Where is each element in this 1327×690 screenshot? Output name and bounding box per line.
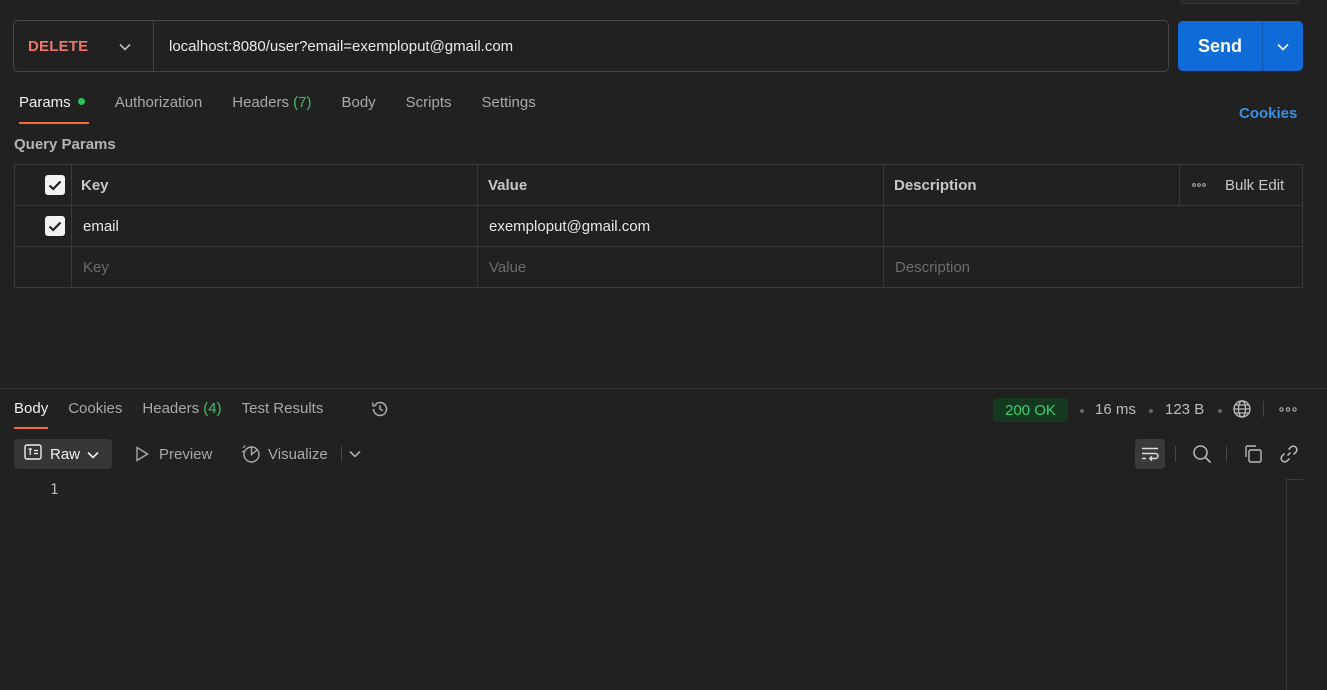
tab-scripts[interactable]: Scripts (406, 94, 452, 124)
top-panel-stub (1180, 0, 1300, 4)
tab-test-results[interactable]: Test Results (242, 400, 324, 430)
separator (1226, 446, 1227, 462)
globe-icon[interactable] (1231, 398, 1253, 420)
response-headers-count: (4) (203, 400, 222, 417)
copy-icon[interactable] (1241, 443, 1265, 465)
chevron-down-icon (1277, 38, 1289, 55)
param-value-cell[interactable]: exemploput@gmail.com (489, 206, 650, 246)
tab-settings[interactable]: Settings (482, 94, 536, 124)
tab-body[interactable]: Body (341, 94, 375, 124)
visualize-button[interactable]: Visualize (268, 446, 328, 463)
column-header-value: Value (488, 176, 528, 194)
request-tabs: Params Authorization Headers (7) Body Sc… (19, 94, 566, 124)
select-all-checkbox[interactable] (45, 165, 65, 205)
panel-divider[interactable] (0, 388, 1327, 389)
chevron-down-icon[interactable] (348, 448, 362, 460)
param-description-cell[interactable] (895, 206, 1295, 246)
separator (1175, 446, 1176, 462)
tab-headers[interactable]: Headers (7) (232, 94, 311, 124)
table-header-row: Key Value Description Bulk Edit (15, 165, 1302, 206)
response-tabs: Body Cookies Headers (4) Test Results (14, 400, 343, 430)
new-description-input[interactable]: Description (895, 247, 970, 288)
raw-label: Raw (50, 445, 81, 463)
send-options-button[interactable] (1262, 21, 1303, 71)
query-params-table: Key Value Description Bulk Edit email ex… (14, 164, 1303, 288)
raw-format-button[interactable]: Raw (14, 439, 112, 469)
method-select[interactable]: DELETE (14, 21, 154, 71)
url-input[interactable]: localhost:8080/user?email=exemploput@gma… (154, 38, 513, 55)
method-label: DELETE (28, 37, 89, 55)
history-icon[interactable] (369, 398, 391, 420)
chevron-down-icon (119, 38, 131, 55)
separator (1263, 401, 1264, 417)
table-row-empty: Key Value Description (15, 247, 1302, 288)
status-badge[interactable]: 200 OK (993, 398, 1068, 422)
more-options-icon[interactable] (1192, 165, 1206, 205)
separator-dot (1080, 409, 1084, 413)
new-value-input[interactable]: Value (489, 247, 526, 288)
tab-headers-label: Headers (232, 94, 289, 111)
tab-params-label: Params (19, 94, 71, 111)
raw-text-icon (24, 444, 42, 464)
wrap-lines-icon[interactable] (1135, 439, 1165, 469)
params-active-dot (77, 97, 85, 105)
new-key-input[interactable]: Key (83, 247, 109, 288)
query-params-title: Query Params (14, 136, 116, 153)
table-row: email exemploput@gmail.com (15, 206, 1302, 247)
column-header-description: Description (894, 176, 977, 194)
response-size[interactable]: 123 B (1165, 401, 1204, 418)
row-checkbox[interactable] (45, 206, 65, 246)
chevron-down-icon (87, 446, 99, 463)
more-options-icon[interactable] (1278, 402, 1298, 416)
preview-button[interactable]: Preview (159, 446, 212, 463)
headers-count: (7) (293, 94, 312, 111)
scrollbar[interactable] (1286, 479, 1287, 690)
param-key-cell[interactable]: email (83, 206, 119, 246)
search-icon[interactable] (1190, 443, 1214, 465)
send-button[interactable]: Send (1178, 21, 1262, 71)
separator-dot (1218, 409, 1222, 413)
line-number: 1 (50, 482, 59, 498)
send-button-group: Send (1178, 21, 1303, 71)
response-time[interactable]: 16 ms (1095, 401, 1136, 418)
tab-response-headers[interactable]: Headers (4) (142, 400, 221, 430)
tab-params[interactable]: Params (19, 94, 89, 124)
tab-response-body[interactable]: Body (14, 400, 49, 430)
link-icon[interactable] (1277, 443, 1301, 465)
separator (341, 446, 342, 462)
column-header-key: Key (81, 176, 109, 194)
bulk-edit-button[interactable]: Bulk Edit (1225, 165, 1284, 205)
tab-response-cookies[interactable]: Cookies (68, 400, 122, 430)
tab-authorization[interactable]: Authorization (115, 94, 203, 124)
tab-response-headers-label: Headers (142, 400, 200, 417)
scrollbar-cap (1286, 479, 1303, 480)
cookies-link[interactable]: Cookies (1239, 105, 1297, 122)
play-icon[interactable] (134, 446, 150, 462)
separator-dot (1149, 409, 1153, 413)
request-url-bar: DELETE localhost:8080/user?email=exemplo… (13, 20, 1169, 72)
visualize-icon[interactable] (240, 444, 262, 464)
